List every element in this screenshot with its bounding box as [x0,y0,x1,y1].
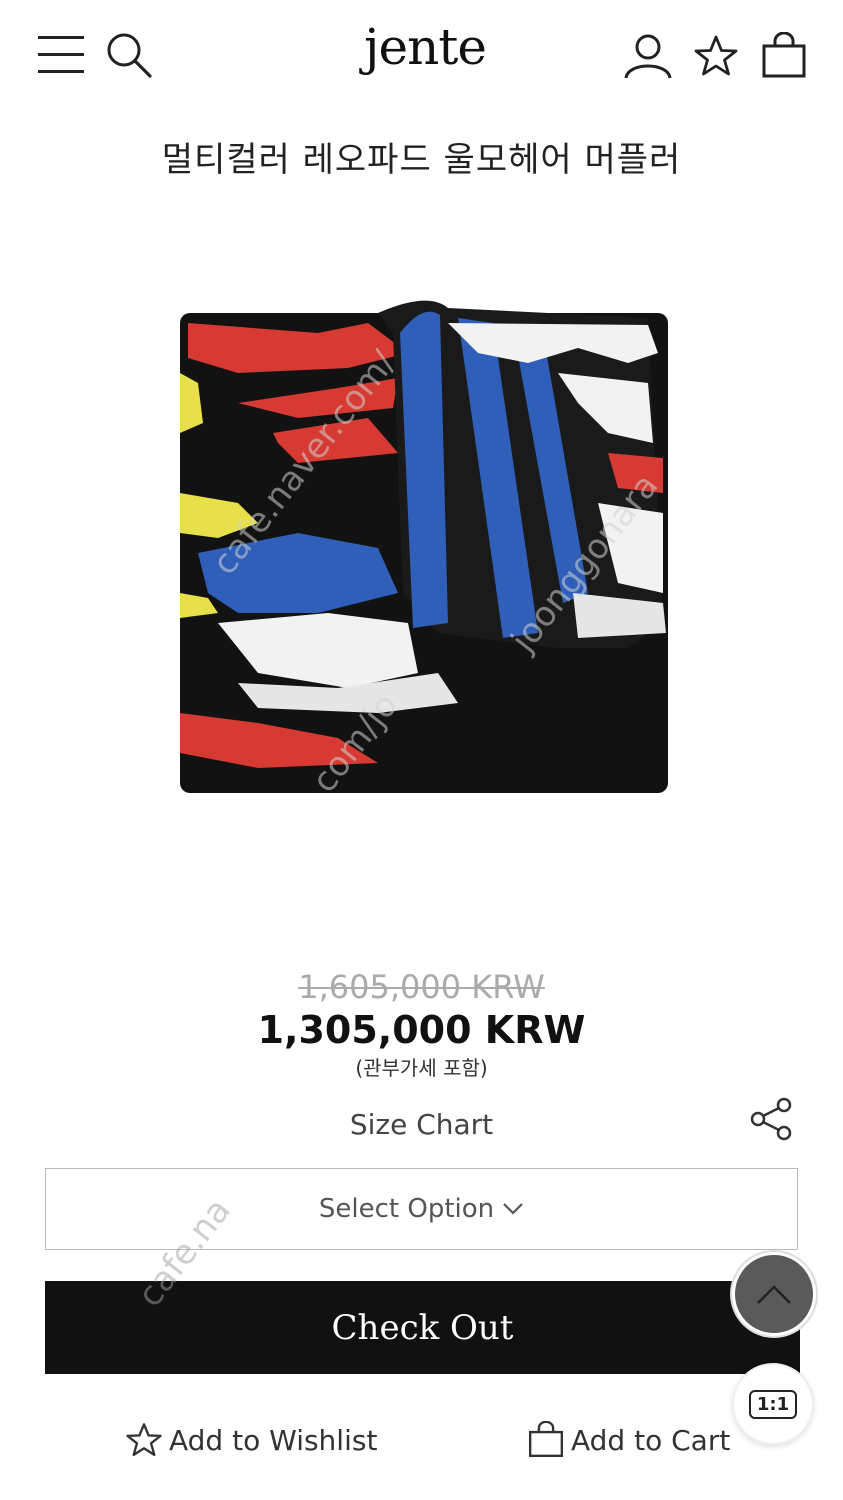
chevron-up-icon [757,1285,791,1304]
tax-note: (관부가세 포함) [355,1056,488,1080]
chat-button[interactable]: 1:1 [732,1363,814,1445]
option-select-label: Select Option [318,1194,495,1224]
add-to-wishlist-button[interactable]: Add to Wishlist [125,1418,377,1462]
chevron-down-icon [503,1203,523,1215]
menu-icon[interactable] [38,34,86,76]
shopping-bag-icon[interactable] [760,31,808,80]
original-price: 1,605,000 KRW [298,968,545,1006]
scroll-top-button[interactable] [732,1252,816,1336]
star-icon[interactable] [693,33,739,79]
shopping-bag-icon [528,1421,564,1458]
product-title: 멀티컬러 레오파드 울모헤어 머플러 [161,140,682,180]
cart-label: Add to Cart [571,1423,731,1457]
sale-price: 1,305,000 KRW [257,1008,586,1052]
wishlist-label: Add to Wishlist [169,1423,378,1457]
brand-logo[interactable]: jente [340,18,510,76]
option-select[interactable]: Select Option [45,1168,798,1250]
add-to-cart-button[interactable]: Add to Cart [527,1418,730,1462]
product-image: cafe.naver.com/ joonggonara com/jo [178,293,670,800]
chat-label: 1:1 [748,1389,798,1419]
account-icon[interactable] [622,32,674,80]
search-icon[interactable] [104,30,154,80]
star-icon [126,1423,162,1457]
share-icon[interactable] [748,1096,796,1142]
checkout-label: Check Out [331,1307,514,1348]
size-chart-link[interactable]: Size Chart [0,1108,843,1141]
